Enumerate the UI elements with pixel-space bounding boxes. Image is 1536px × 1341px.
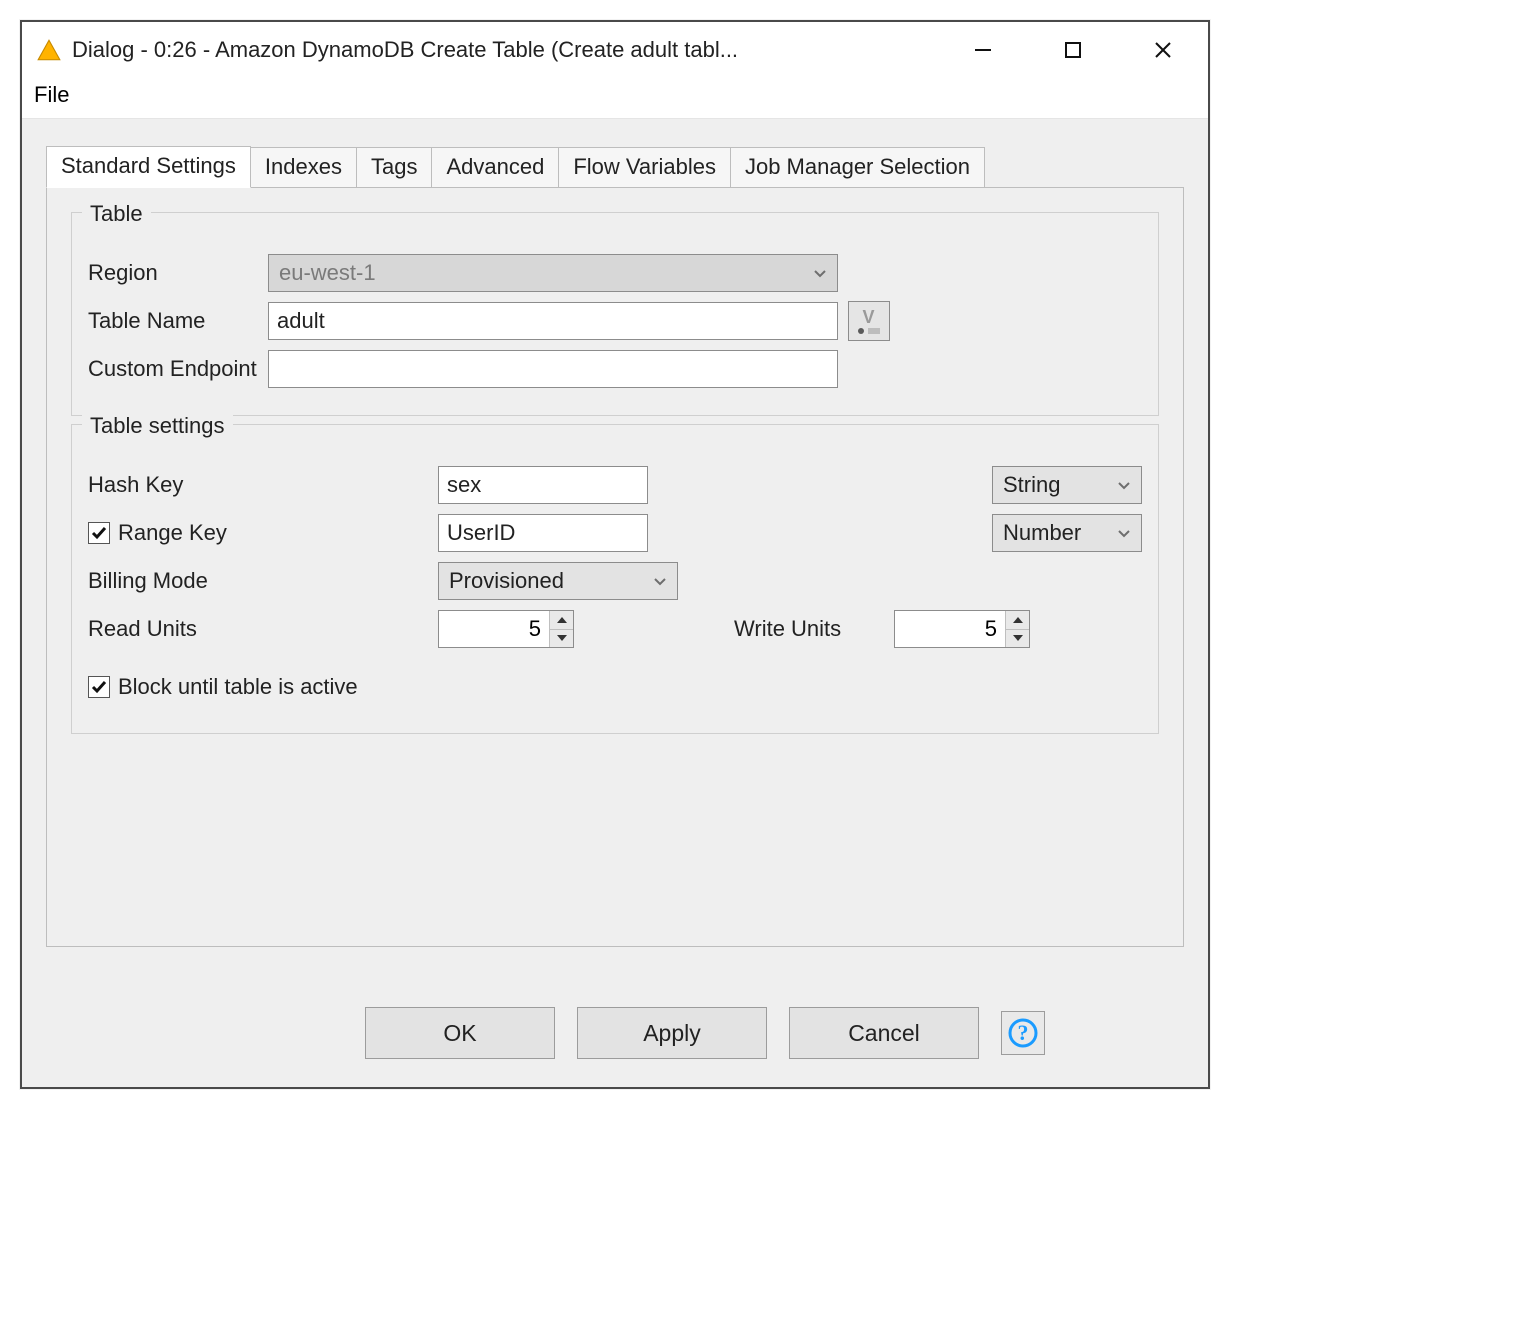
group-table: Table Region eu-west-1 Table Name — [71, 212, 1159, 416]
tabs: Standard Settings Indexes Tags Advanced … — [46, 145, 1184, 947]
range-key-type-value: Number — [1003, 520, 1081, 546]
region-select[interactable]: eu-west-1 — [268, 254, 838, 292]
billing-mode-label: Billing Mode — [88, 568, 438, 594]
region-value: eu-west-1 — [279, 260, 376, 286]
tab-job-manager[interactable]: Job Manager Selection — [731, 147, 985, 188]
window-title: Dialog - 0:26 - Amazon DynamoDB Create T… — [72, 37, 738, 63]
tab-page-standard: Table Region eu-west-1 Table Name — [46, 187, 1184, 947]
range-key-checkbox[interactable] — [88, 522, 110, 544]
spin-down-icon[interactable] — [550, 629, 573, 648]
block-until-active-checkbox[interactable] — [88, 676, 110, 698]
dialog-window: Dialog - 0:26 - Amazon DynamoDB Create T… — [20, 20, 1210, 1089]
tab-tags[interactable]: Tags — [357, 147, 432, 188]
region-label: Region — [88, 260, 268, 286]
block-until-active-toggle[interactable]: Block until table is active — [88, 674, 358, 700]
table-name-label: Table Name — [88, 308, 268, 334]
range-key-input[interactable] — [438, 514, 648, 552]
chevron-down-icon — [1117, 472, 1131, 498]
chevron-down-icon — [653, 568, 667, 594]
tab-indexes[interactable]: Indexes — [251, 147, 357, 188]
spin-up-icon[interactable] — [550, 611, 573, 629]
menu-file[interactable]: File — [34, 82, 69, 107]
read-units-label: Read Units — [88, 616, 438, 642]
tab-strip: Standard Settings Indexes Tags Advanced … — [46, 145, 1184, 187]
title-bar: Dialog - 0:26 - Amazon DynamoDB Create T… — [22, 22, 1208, 78]
read-units-input[interactable] — [439, 611, 549, 647]
write-units-input[interactable] — [895, 611, 1005, 647]
svg-text:?: ? — [1018, 1020, 1029, 1045]
group-settings-legend: Table settings — [82, 413, 233, 439]
cancel-button[interactable]: Cancel — [789, 1007, 979, 1059]
tab-advanced[interactable]: Advanced — [432, 147, 559, 188]
flow-variable-button[interactable]: V — [848, 301, 890, 341]
group-table-legend: Table — [82, 201, 151, 227]
hash-key-type-select[interactable]: String — [992, 466, 1142, 504]
app-icon — [36, 37, 62, 63]
write-units-label: Write Units — [734, 616, 894, 642]
chevron-down-icon — [813, 260, 827, 286]
tab-standard-settings[interactable]: Standard Settings — [46, 146, 251, 188]
group-table-settings: Table settings Hash Key String — [71, 424, 1159, 734]
tab-flow-variables[interactable]: Flow Variables — [559, 147, 731, 188]
custom-endpoint-label: Custom Endpoint — [88, 356, 268, 382]
billing-mode-value: Provisioned — [449, 568, 564, 594]
write-units-spinner[interactable] — [894, 610, 1030, 648]
range-key-type-select[interactable]: Number — [992, 514, 1142, 552]
apply-button[interactable]: Apply — [577, 1007, 767, 1059]
close-button[interactable] — [1118, 22, 1208, 78]
spin-up-icon[interactable] — [1006, 611, 1029, 629]
spin-down-icon[interactable] — [1006, 629, 1029, 648]
block-until-active-label: Block until table is active — [118, 674, 358, 700]
hash-key-type-value: String — [1003, 472, 1060, 498]
button-bar: OK Apply Cancel ? — [46, 1007, 1184, 1059]
help-button[interactable]: ? — [1001, 1011, 1045, 1055]
minimize-button[interactable] — [938, 22, 1028, 78]
billing-mode-select[interactable]: Provisioned — [438, 562, 678, 600]
hash-key-label: Hash Key — [88, 472, 438, 498]
chevron-down-icon — [1117, 520, 1131, 546]
hash-key-input[interactable] — [438, 466, 648, 504]
read-units-spinner[interactable] — [438, 610, 574, 648]
ok-button[interactable]: OK — [365, 1007, 555, 1059]
client-area: Standard Settings Indexes Tags Advanced … — [22, 118, 1208, 1087]
custom-endpoint-input[interactable] — [268, 350, 838, 388]
maximize-button[interactable] — [1028, 22, 1118, 78]
range-key-label: Range Key — [118, 520, 227, 546]
table-name-input[interactable] — [268, 302, 838, 340]
range-key-toggle[interactable]: Range Key — [88, 520, 438, 546]
menu-bar: File — [22, 78, 1208, 118]
